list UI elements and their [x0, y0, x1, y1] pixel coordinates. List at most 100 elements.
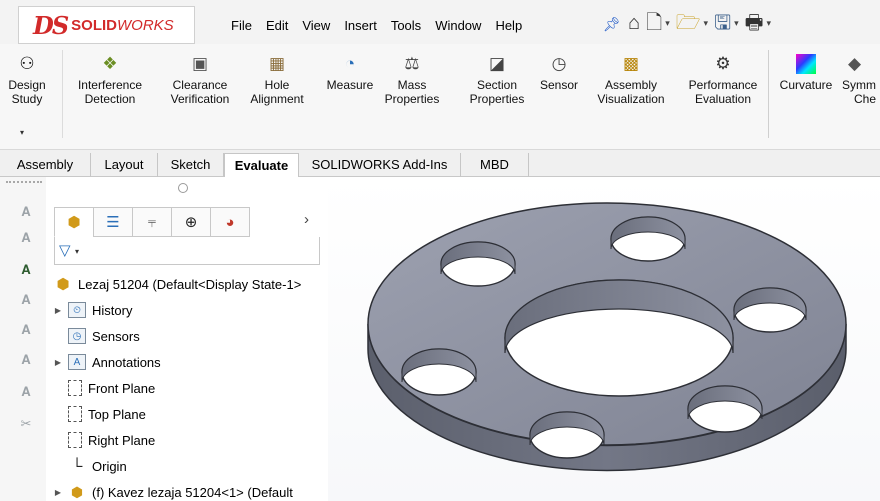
propertymanager-icon[interactable]: ☰: [93, 207, 133, 237]
section-properties-label-1: Section: [476, 78, 518, 92]
dimxpertmanager-icon[interactable]: ⊕: [171, 207, 211, 237]
tab-mbd[interactable]: MBD: [461, 153, 529, 177]
magnetic-line-icon[interactable]: 𝐀: [17, 291, 35, 309]
tab-assembly[interactable]: Assembly: [0, 153, 91, 177]
graphics-area[interactable]: [328, 177, 880, 501]
tree-item-annotations[interactable]: ▶ A Annotations: [52, 351, 161, 373]
tree-root[interactable]: ⬢ Lezaj 51204 (Default<Display State-1>: [50, 273, 301, 295]
open-folder-icon[interactable]: 🗁︎: [676, 12, 701, 34]
plane-icon: [68, 432, 82, 448]
clearance-verification-button[interactable]: ▣ Clearance Verification: [158, 54, 242, 106]
solidworks-logo[interactable]: DS SOLID WORKS: [18, 6, 195, 44]
tree-filter-bar[interactable]: ▽ ▾: [54, 237, 320, 265]
tree-item-label: Annotations: [92, 354, 161, 370]
surface-finish-icon[interactable]: 𝐀: [17, 351, 35, 369]
tree-item-front-plane[interactable]: Front Plane: [52, 377, 155, 399]
sensor-label: Sensor: [539, 78, 579, 92]
tab-evaluate[interactable]: Evaluate: [224, 153, 299, 177]
expand-arrow-icon[interactable]: ▶: [52, 306, 64, 315]
new-document-icon[interactable]: 🗋︎: [646, 12, 662, 34]
interference-detection-icon: ❖: [102, 54, 118, 73]
tree-item-label: History: [92, 302, 133, 318]
menu-tools[interactable]: Tools: [391, 18, 421, 33]
hole-alignment-icon: ▦: [268, 54, 286, 73]
hole-alignment-label-1: Hole: [264, 78, 290, 92]
symmetry-check-button[interactable]: ◆ Symm Che: [842, 54, 880, 106]
hole-alignment-button[interactable]: ▦ Hole Alignment: [242, 54, 312, 106]
symmetry-check-icon: ◆: [848, 54, 862, 73]
sensor-button[interactable]: ◷ Sensor: [534, 54, 584, 92]
save-icon[interactable]: 🖫︎: [714, 12, 731, 34]
interference-detection-button[interactable]: ❖ Interference Detection: [66, 54, 154, 106]
menu-insert[interactable]: Insert: [344, 18, 377, 33]
bolt-hole: [440, 241, 516, 287]
note-icon[interactable]: 𝐀: [17, 203, 35, 221]
hole-alignment-label-2: Alignment: [250, 92, 304, 106]
filter-icon[interactable]: ▽: [59, 241, 71, 259]
clearance-verification-label-2: Verification: [170, 92, 230, 106]
tree-item-label: Right Plane: [88, 432, 156, 448]
revision-cloud-icon[interactable]: ✂: [17, 415, 35, 433]
menu-help[interactable]: Help: [495, 18, 522, 33]
tree-item-label: Front Plane: [88, 380, 156, 396]
annotations-icon: A: [68, 354, 86, 370]
design-study-label-2: Study: [11, 92, 43, 106]
tab-solidworks-add-ins[interactable]: SOLIDWORKS Add-Ins: [299, 153, 461, 177]
curvature-icon: [796, 54, 816, 74]
configurationmanager-icon[interactable]: ⫧: [132, 207, 172, 237]
chevron-down-icon[interactable]: ▾: [665, 12, 670, 34]
chevron-down-icon[interactable]: ▾: [20, 128, 24, 137]
pin-icon[interactable]: 📌︎: [603, 16, 621, 33]
menu-view[interactable]: View: [302, 18, 330, 33]
tree-item-right-plane[interactable]: Right Plane: [52, 429, 155, 451]
print-icon[interactable]: 🖶︎: [745, 12, 764, 34]
chevron-down-icon[interactable]: ▾: [767, 12, 772, 34]
auto-balloon-icon[interactable]: 𝐀: [17, 261, 35, 279]
tree-item-component[interactable]: ▶ ⬢ (f) Kavez lezaja 51204<1> (Default: [52, 481, 293, 501]
design-study-icon: ⚇: [19, 54, 35, 73]
measure-button[interactable]: ◔ Measure: [318, 54, 382, 92]
section-properties-button[interactable]: ◪ Section Properties: [462, 54, 532, 106]
mass-properties-label-2: Properties: [384, 92, 440, 106]
menu-window[interactable]: Window: [435, 18, 481, 33]
tree-item-label: Origin: [92, 458, 127, 474]
assembly-visualization-button[interactable]: ▩ Assembly Visualization: [588, 54, 674, 106]
menu-edit[interactable]: Edit: [266, 18, 288, 33]
balloon-icon[interactable]: 𝐀: [17, 229, 35, 247]
chevron-right-icon[interactable]: ›: [304, 211, 309, 228]
toolbar-grip[interactable]: [6, 181, 42, 185]
logo-works-text: WORKS: [117, 16, 174, 34]
mass-properties-button[interactable]: ⚖ Mass Properties: [384, 54, 440, 106]
tree-item-origin[interactable]: └ Origin: [52, 455, 127, 477]
tree-item-label: (f) Kavez lezaja 51204<1> (Default: [92, 484, 293, 500]
part-model[interactable]: [328, 177, 880, 501]
tree-item-sensors[interactable]: ◷ Sensors: [52, 325, 140, 347]
tab-sketch[interactable]: Sketch: [158, 153, 224, 177]
logo-solid-text: SOLID: [71, 16, 117, 34]
mass-properties-label-1: Mass: [397, 78, 427, 92]
home-icon[interactable]: ⌂: [628, 12, 640, 34]
tree-item-history[interactable]: ▶ ⏲ History: [52, 299, 132, 321]
curvature-label: Curvature: [779, 78, 833, 92]
tree-item-top-plane[interactable]: Top Plane: [52, 403, 146, 425]
ribbon-divider: [62, 50, 63, 138]
history-icon: ⏲: [68, 302, 86, 318]
displaymanager-icon[interactable]: ◕: [210, 207, 250, 237]
panel-grip[interactable]: [178, 183, 188, 193]
bolt-hole: [610, 216, 686, 262]
expand-arrow-icon[interactable]: ▶: [52, 358, 64, 367]
featuremanager-tree-icon[interactable]: ⬢: [54, 207, 94, 237]
chevron-down-icon[interactable]: ▾: [75, 247, 79, 256]
symmetry-check-label-2: Che: [854, 92, 877, 106]
tab-layout[interactable]: Layout: [91, 153, 158, 177]
expand-arrow-icon[interactable]: ▶: [52, 488, 64, 497]
chevron-down-icon[interactable]: ▾: [734, 12, 739, 34]
curvature-button[interactable]: Curvature: [774, 54, 838, 92]
chevron-down-icon[interactable]: ▾: [704, 12, 709, 34]
design-study-button[interactable]: ⚇ Design Study: [4, 54, 50, 106]
menu-file[interactable]: File: [231, 18, 252, 33]
stacked-balloon-icon[interactable]: 𝐀: [17, 321, 35, 339]
performance-evaluation-button[interactable]: ⚙ Performance Evaluation: [680, 54, 766, 106]
tree-item-label: Top Plane: [88, 406, 146, 422]
block-icon[interactable]: 𝐀: [17, 383, 35, 401]
